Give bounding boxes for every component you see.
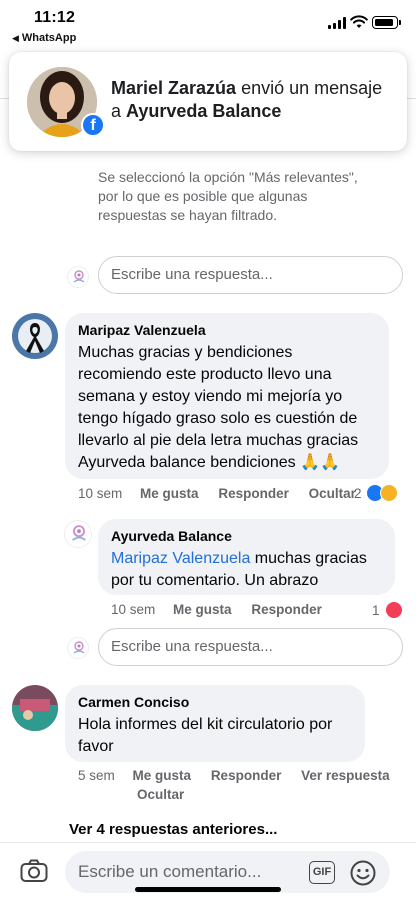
back-to-app-link[interactable]: ◀ WhatsApp (12, 32, 76, 44)
reply-reply-button[interactable]: Responder (251, 602, 322, 617)
maripaz-avatar (12, 313, 58, 359)
previous-replies-link[interactable]: Ver 4 respuestas anteriores... (69, 821, 277, 838)
reply-input-2[interactable]: Escribe una respuesta... (98, 628, 403, 666)
reaction-count: 2 (354, 485, 362, 501)
like-button-2[interactable]: Me gusta (133, 768, 192, 783)
page-avatar (67, 266, 89, 288)
reply-author[interactable]: Ayurveda Balance (111, 528, 383, 544)
comment-meta-maripaz: 10 sem Me gusta Responder Ocultar (78, 486, 356, 501)
reply-input-1[interactable]: Escribe una respuesta... (98, 256, 403, 294)
love-reaction-icon (384, 601, 403, 619)
emoji-icon[interactable] (350, 860, 376, 886)
signal-icon (328, 17, 346, 29)
hide-button-2[interactable]: Ocultar (137, 787, 184, 802)
sender-name: Mariel Zarazúa (111, 78, 237, 98)
see-reply-link[interactable]: Ver respuesta (301, 768, 390, 783)
comment-time: 10 sem (78, 486, 123, 501)
comment-text-2: Hola informes del kit circulatorio por f… (78, 716, 333, 755)
comment-meta-carmen: 5 sem Me gusta Responder Ver respuesta (78, 768, 390, 783)
page-name: Ayurveda Balance (126, 101, 282, 121)
reply-time: 10 sem (111, 602, 156, 617)
reaction-summary-page[interactable]: 1 (372, 601, 403, 619)
page-avatar-2 (67, 637, 89, 659)
like-button[interactable]: Me gusta (140, 486, 199, 501)
carmen-avatar (12, 685, 58, 731)
hide-row-carmen: Ocultar (137, 787, 184, 802)
comment-author[interactable]: Maripaz Valenzuela (78, 322, 377, 338)
comment-bubble-carmen: Carmen Conciso Hola informes del kit cir… (65, 685, 365, 762)
reply-reaction-count: 1 (372, 602, 380, 618)
reply-button-2[interactable]: Responder (211, 768, 282, 783)
reply-like-button[interactable]: Me gusta (173, 602, 232, 617)
reply-button[interactable]: Responder (218, 486, 289, 501)
status-bar: 11:12 ◀ WhatsApp (0, 0, 416, 48)
filter-notice: Se seleccionó la opción "Más relevantes"… (98, 169, 358, 223)
reply-meta-page: 10 sem Me gusta Responder (111, 602, 322, 617)
comment-composer: Escribe un comentario... GIF (0, 842, 416, 901)
reaction-summary-maripaz[interactable]: 2 (354, 484, 398, 502)
page-avatar-reply (64, 520, 92, 548)
comment-bubble-maripaz: Maripaz Valenzuela Muchas gracias y bend… (65, 313, 389, 479)
battery-icon (372, 16, 401, 29)
gif-icon[interactable]: GIF (309, 861, 335, 884)
back-arrow-icon: ◀ (12, 33, 19, 43)
back-app-label: WhatsApp (21, 32, 77, 44)
message-notification-banner[interactable]: f Mariel Zarazúa envió un mensaje a Ayur… (9, 52, 407, 151)
hide-button[interactable]: Ocultar (309, 486, 356, 501)
notification-text: Mariel Zarazúa envió un mensaje a Ayurve… (111, 77, 391, 123)
status-time: 11:12 (34, 9, 76, 26)
camera-icon[interactable] (20, 859, 48, 883)
reply-text: Maripaz Valenzuela muchas gracias por tu… (111, 548, 383, 592)
comment-author-2[interactable]: Carmen Conciso (78, 694, 353, 710)
wifi-icon (350, 15, 368, 28)
comment-text: Muchas gracias y bendiciones recomiendo … (78, 344, 359, 471)
home-indicator[interactable] (135, 887, 281, 892)
reply-bubble-page: Ayurveda Balance Maripaz Valenzuela much… (98, 519, 395, 595)
comment-time-2: 5 sem (78, 768, 115, 783)
facebook-icon: f (81, 113, 105, 137)
mention-link[interactable]: Maripaz Valenzuela (111, 550, 250, 567)
sad-reaction-icon (379, 484, 398, 502)
